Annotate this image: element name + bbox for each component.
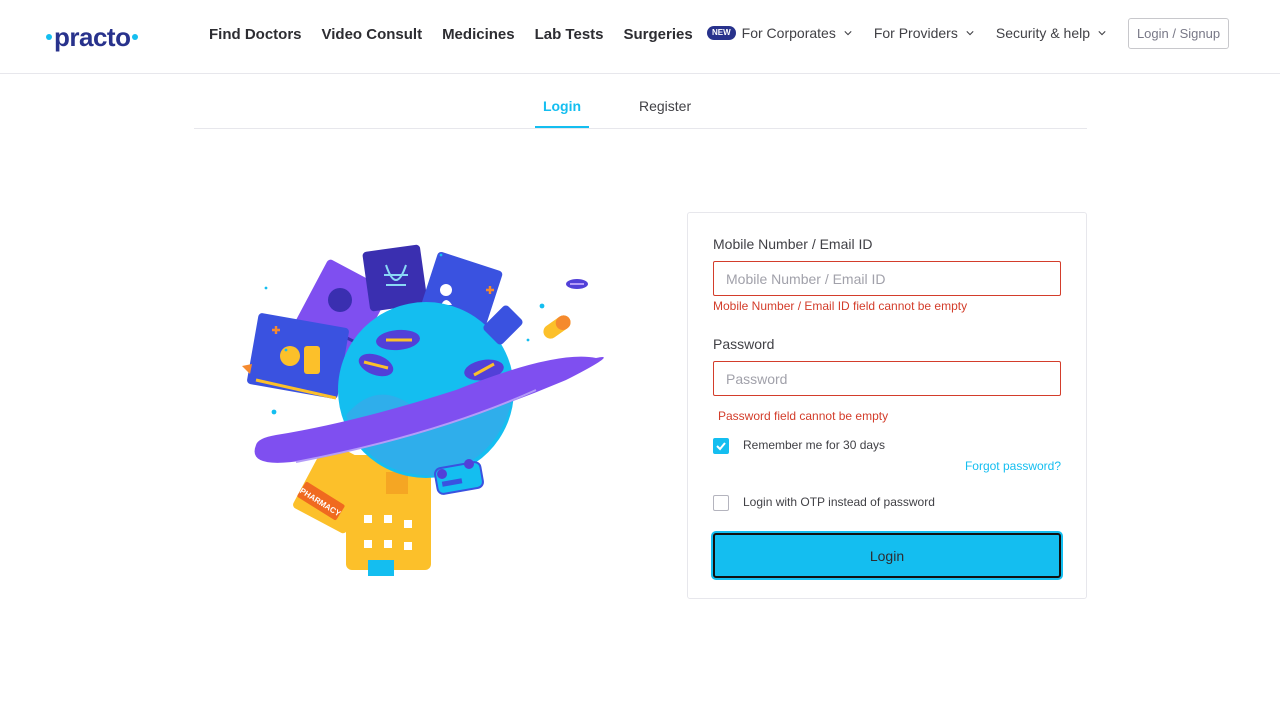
forgot-password-link[interactable]: Forgot password? bbox=[965, 459, 1061, 473]
chevron-down-icon bbox=[844, 31, 852, 36]
main-nav: Find Doctors Video Consult Medicines Lab… bbox=[209, 24, 713, 46]
auth-tabs: Login Register bbox=[194, 88, 1087, 129]
nav-find-doctors[interactable]: Find Doctors bbox=[209, 24, 302, 46]
remember-me-label: Remember me for 30 days bbox=[743, 438, 886, 452]
secondary-nav: NEW For Corporates For Providers Securit… bbox=[707, 23, 1128, 43]
user-id-error: Mobile Number / Email ID field cannot be… bbox=[713, 299, 968, 313]
for-corporates-label: For Corporates bbox=[741, 25, 836, 41]
capsule bbox=[543, 315, 571, 339]
pill bbox=[566, 279, 588, 289]
otp-login-label: Login with OTP instead of password bbox=[743, 495, 935, 509]
chevron-down-icon bbox=[966, 31, 974, 36]
logo-wordmark: practo bbox=[54, 22, 131, 52]
login-submit-button[interactable]: Login bbox=[713, 533, 1061, 578]
login-signup-button[interactable]: Login / Signup bbox=[1128, 18, 1229, 49]
chevron-down-icon bbox=[1098, 31, 1106, 36]
password-input[interactable] bbox=[713, 361, 1061, 396]
new-badge: NEW bbox=[707, 26, 736, 40]
login-form-card: Mobile Number / Email ID Mobile Number /… bbox=[687, 212, 1087, 599]
security-help-label: Security & help bbox=[995, 25, 1091, 41]
nav-medicines[interactable]: Medicines bbox=[442, 24, 515, 46]
nav-surgeries[interactable]: Surgeries bbox=[624, 24, 693, 46]
security-help-dropdown[interactable]: Security & help bbox=[996, 23, 1106, 43]
nav-lab-tests[interactable]: Lab Tests bbox=[535, 24, 604, 46]
user-id-label: Mobile Number / Email ID bbox=[713, 236, 873, 252]
checkmark-icon bbox=[716, 442, 726, 451]
for-providers-label: For Providers bbox=[873, 25, 958, 41]
user-id-input[interactable] bbox=[713, 261, 1061, 296]
healthcare-planet-illustration: PHARMACY bbox=[242, 244, 604, 576]
tab-login[interactable]: Login bbox=[535, 96, 589, 128]
password-label: Password bbox=[713, 336, 775, 352]
logo-dot-right bbox=[132, 34, 139, 40]
practo-logo[interactable]: practo bbox=[46, 22, 139, 52]
for-providers-dropdown[interactable]: For Providers bbox=[874, 23, 974, 43]
password-error: Password field cannot be empty bbox=[718, 409, 889, 423]
nav-video-consult[interactable]: Video Consult bbox=[322, 24, 423, 46]
xray-card bbox=[362, 244, 428, 312]
otp-login-checkbox[interactable] bbox=[713, 495, 729, 511]
logo-dot-left bbox=[46, 34, 52, 40]
top-header: practo Find Doctors Video Consult Medici… bbox=[0, 0, 1280, 74]
remember-me-checkbox[interactable] bbox=[713, 438, 729, 454]
for-corporates-dropdown[interactable]: NEW For Corporates bbox=[707, 23, 852, 43]
tab-register[interactable]: Register bbox=[639, 96, 691, 116]
